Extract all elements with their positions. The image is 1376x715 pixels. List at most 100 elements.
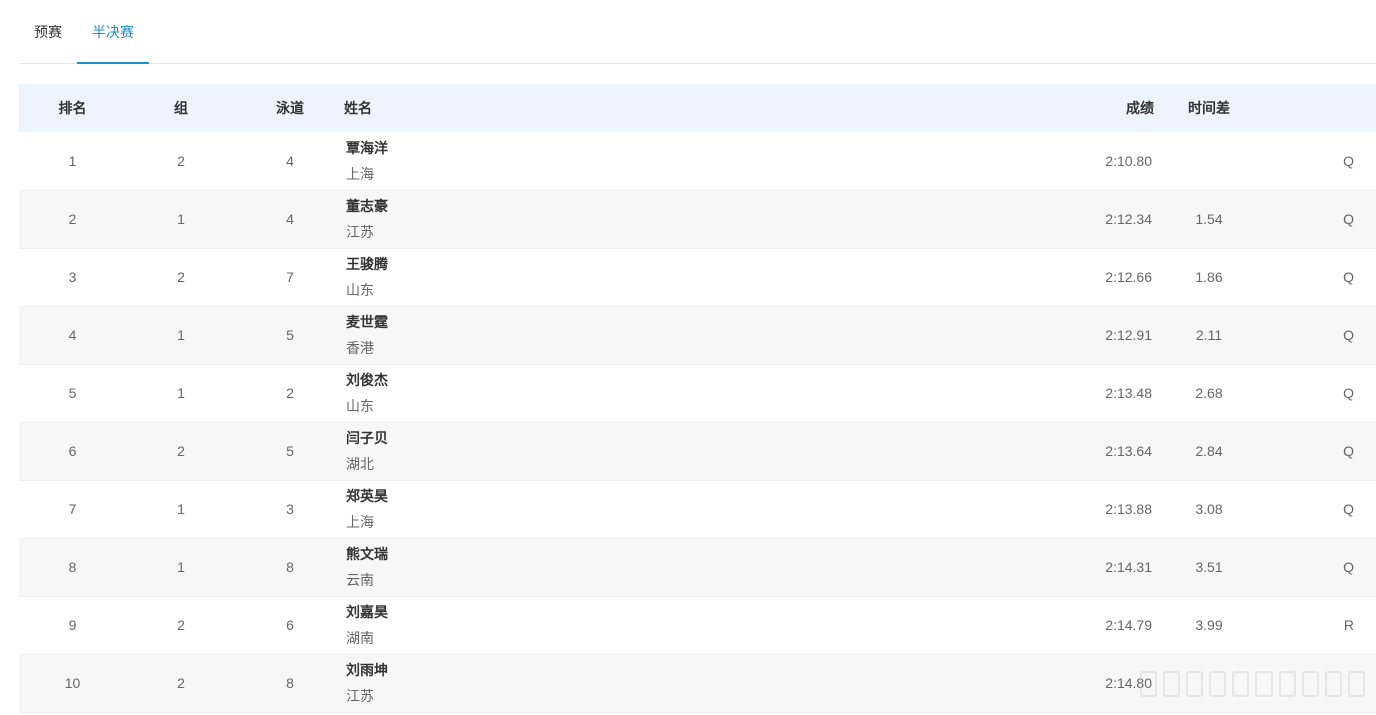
athlete-province: 江苏	[346, 688, 374, 704]
cell-lane: 8	[286, 675, 294, 691]
cell-lane: 8	[286, 559, 294, 575]
cell-rank: 7	[68, 501, 77, 517]
cell-name: 董志豪 江苏	[344, 190, 1044, 248]
table-row[interactable]: 3 2 7 王骏腾山东 2:12.66 1.86 Q	[19, 248, 1376, 306]
cell-rank: 2	[68, 211, 77, 227]
cell-score: 2:14.79	[1105, 617, 1152, 633]
cell-group: 2	[177, 617, 185, 633]
header-lane[interactable]: 泳道	[236, 84, 344, 132]
athlete-province: 湖南	[346, 630, 374, 646]
athlete-name: 董志豪	[346, 198, 388, 214]
header-time-diff[interactable]: 时间差	[1154, 84, 1264, 132]
cell-time-diff	[1154, 132, 1264, 190]
athlete-name: 覃海洋	[346, 139, 388, 156]
table-row[interactable]: 1 2 4 覃海洋上海 2:10.80 Q	[19, 132, 1376, 190]
cell-group: 2	[177, 152, 185, 169]
header-qualification	[1264, 84, 1376, 132]
athlete-province: 湖北	[346, 456, 374, 472]
cell-group: 1	[177, 559, 185, 575]
athlete-province: 上海	[346, 165, 374, 182]
cell-rank: 4	[68, 327, 77, 343]
athlete-name: 王骏腾	[346, 256, 388, 272]
cell-score: 2:10.80	[1105, 152, 1152, 169]
header-score[interactable]: 成绩	[1044, 84, 1154, 132]
table-row[interactable]: 2 1 4 董志豪 江苏 2:12.34 1.54 Q	[19, 190, 1376, 248]
cell-lane: 2	[286, 385, 294, 401]
athlete-name: 熊文瑞	[346, 546, 388, 562]
cell-qualification: Q	[1343, 385, 1354, 401]
cell-lane: 6	[286, 617, 294, 633]
athlete-name: 刘嘉昊	[346, 604, 388, 620]
tab-semifinal[interactable]: 半决赛	[77, 0, 149, 64]
cell-name: 熊文瑞 云南	[344, 538, 1044, 596]
athlete-name: 刘俊杰	[346, 372, 388, 388]
athlete-name: 闫子贝	[346, 430, 388, 446]
cell-lane: 4	[286, 211, 294, 227]
header-group[interactable]: 组	[126, 84, 236, 132]
athlete-province: 云南	[346, 572, 374, 588]
cell-group: 1	[177, 211, 185, 227]
cell-qualification: Q	[1343, 443, 1354, 459]
cell-name: 闫子贝 湖北	[344, 422, 1044, 480]
table-row[interactable]: 8 1 8 熊文瑞云南 2:14.31 3.51 Q	[19, 538, 1376, 596]
cell-rank: 8	[68, 559, 77, 575]
results-table: 排名 组 泳道 姓名 成绩 时间差 1 2 4 覃海洋上海 2:10.80 Q 2 1 4 董志豪…	[19, 84, 1376, 713]
table-header-row: 排名 组 泳道 姓名 成绩 时间差	[19, 84, 1376, 132]
cell-name: 覃海洋 上海	[344, 132, 1044, 190]
cell-group: 1	[177, 385, 185, 401]
cell-rank: 10	[64, 675, 81, 691]
watermark-logo	[1140, 668, 1365, 700]
athlete-province: 山东	[346, 282, 374, 298]
table-row[interactable]: 9 2 6 刘嘉昊湖南 2:14.79 3.99 R	[19, 596, 1376, 654]
cell-time-diff: 3.51	[1195, 559, 1223, 575]
cell-score: 2:12.91	[1105, 327, 1152, 343]
cell-score: 2:13.88	[1105, 501, 1152, 517]
table-row[interactable]: 7 1 3 郑英昊 上海 2:13.88 3.08 Q	[19, 480, 1376, 538]
cell-qualification: Q	[1343, 211, 1354, 227]
athlete-name: 郑英昊	[346, 488, 388, 504]
cell-time-diff: 1.86	[1195, 269, 1223, 285]
cell-rank: 3	[68, 269, 77, 285]
cell-rank: 5	[68, 385, 77, 401]
cell-qualification: Q	[1343, 501, 1354, 517]
cell-rank: 1	[68, 152, 77, 169]
cell-name: 刘俊杰 山东	[344, 364, 1044, 422]
round-tabs: 预赛 半决赛	[19, 0, 1376, 64]
cell-qualification: Q	[1343, 152, 1354, 169]
cell-group: 1	[177, 501, 185, 517]
cell-score: 2:13.64	[1105, 443, 1152, 459]
header-name[interactable]: 姓名	[344, 84, 1044, 132]
athlete-name: 麦世霆	[346, 314, 388, 330]
cell-qualification: Q	[1343, 327, 1354, 343]
cell-time-diff: 3.08	[1195, 501, 1223, 517]
table-row[interactable]: 4 1 5 麦世霆 香港 2:12.91 2.11 Q	[19, 306, 1376, 364]
cell-group: 2	[177, 443, 185, 459]
header-rank[interactable]: 排名	[19, 84, 126, 132]
cell-lane: 3	[286, 501, 294, 517]
cell-name: 郑英昊 上海	[344, 480, 1044, 538]
cell-rank: 9	[68, 617, 77, 633]
cell-group: 1	[177, 327, 185, 343]
cell-group: 2	[177, 675, 185, 691]
cell-score: 2:12.66	[1105, 269, 1152, 285]
cell-qualification: Q	[1343, 269, 1354, 285]
athlete-province: 山东	[346, 398, 374, 414]
cell-name: 麦世霆 香港	[344, 306, 1044, 364]
cell-group: 2	[177, 269, 185, 285]
cell-score: 2:14.31	[1105, 559, 1152, 575]
cell-name: 刘雨坤 江苏	[344, 654, 1044, 712]
cell-qualification: Q	[1343, 559, 1354, 575]
cell-time-diff: 2.68	[1195, 385, 1223, 401]
cell-score: 2:14.80	[1105, 675, 1152, 691]
cell-qualification: R	[1343, 617, 1354, 633]
cell-lane: 7	[286, 269, 294, 285]
cell-time-diff: 2.84	[1195, 443, 1223, 459]
tab-preliminary[interactable]: 预赛	[19, 0, 77, 63]
cell-time-diff: 3.99	[1195, 617, 1223, 633]
cell-name: 刘嘉昊 湖南	[344, 596, 1044, 654]
cell-lane: 5	[286, 327, 294, 343]
table-row[interactable]: 5 1 2 刘俊杰 山东 2:13.48 2.68 Q	[19, 364, 1376, 422]
athlete-province: 香港	[346, 340, 374, 356]
cell-lane: 4	[286, 152, 294, 169]
table-row[interactable]: 6 2 5 闫子贝 湖北 2:13.64 2.84 Q	[19, 422, 1376, 480]
